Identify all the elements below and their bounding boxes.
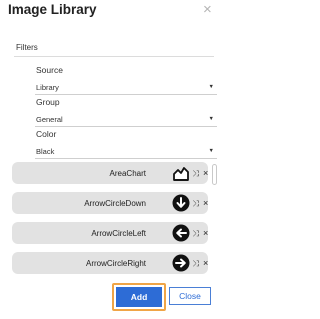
color-select[interactable]: Black ▼: [35, 143, 217, 159]
filters-divider: [14, 56, 214, 57]
arrow-circle-down-icon: [172, 194, 190, 212]
add-button[interactable]: Add: [112, 283, 166, 311]
list-scrollbar[interactable]: [212, 164, 217, 185]
image-list[interactable]: AreaChart ⤨ × ArrowCircleDown ⤨ × ArrowC…: [12, 162, 220, 277]
add-button-label: Add: [116, 287, 162, 307]
group-label: Group: [36, 97, 60, 107]
source-select[interactable]: Library ▼: [35, 79, 217, 95]
chevron-down-icon: ▼: [208, 84, 214, 90]
list-item[interactable]: ArrowCircleDown ⤨ ×: [12, 192, 208, 214]
group-select[interactable]: General ▼: [35, 111, 217, 127]
image-name: ArrowCircleRight: [85, 259, 146, 268]
close-icon[interactable]: ×: [203, 2, 212, 17]
dialog-header: Image Library ×: [0, 0, 226, 30]
area-chart-icon: [173, 167, 189, 181]
arrow-circle-right-icon: [172, 254, 190, 272]
filters-heading: Filters: [16, 43, 38, 52]
chevron-down-icon: ▼: [208, 148, 214, 154]
list-item[interactable]: AreaChart ⤨ ×: [12, 162, 208, 184]
shuffle-icon[interactable]: ⤨: [192, 198, 199, 208]
list-item[interactable]: ArrowCircleRight ⤨ ×: [12, 252, 208, 274]
source-label: Source: [36, 65, 63, 75]
arrow-circle-left-icon: [172, 224, 190, 242]
shuffle-icon[interactable]: ⤨: [192, 228, 199, 238]
remove-icon[interactable]: ×: [203, 198, 208, 208]
remove-icon[interactable]: ×: [203, 168, 208, 178]
source-value: Library: [36, 83, 59, 92]
dialog-title: Image Library: [8, 2, 97, 17]
color-label: Color: [36, 129, 57, 139]
image-name: ArrowCircleDown: [84, 199, 146, 208]
list-item[interactable]: ArrowCircleLeft ⤨ ×: [12, 222, 208, 244]
image-name: ArrowCircleLeft: [91, 229, 146, 238]
remove-icon[interactable]: ×: [203, 228, 208, 238]
chevron-down-icon: ▼: [208, 116, 214, 122]
group-value: General: [36, 115, 63, 124]
color-value: Black: [36, 147, 55, 156]
shuffle-icon[interactable]: ⤨: [192, 258, 199, 268]
remove-icon[interactable]: ×: [203, 258, 208, 268]
shuffle-icon[interactable]: ⤨: [192, 168, 199, 178]
image-name: AreaChart: [109, 169, 146, 178]
close-button[interactable]: Close: [169, 287, 211, 305]
